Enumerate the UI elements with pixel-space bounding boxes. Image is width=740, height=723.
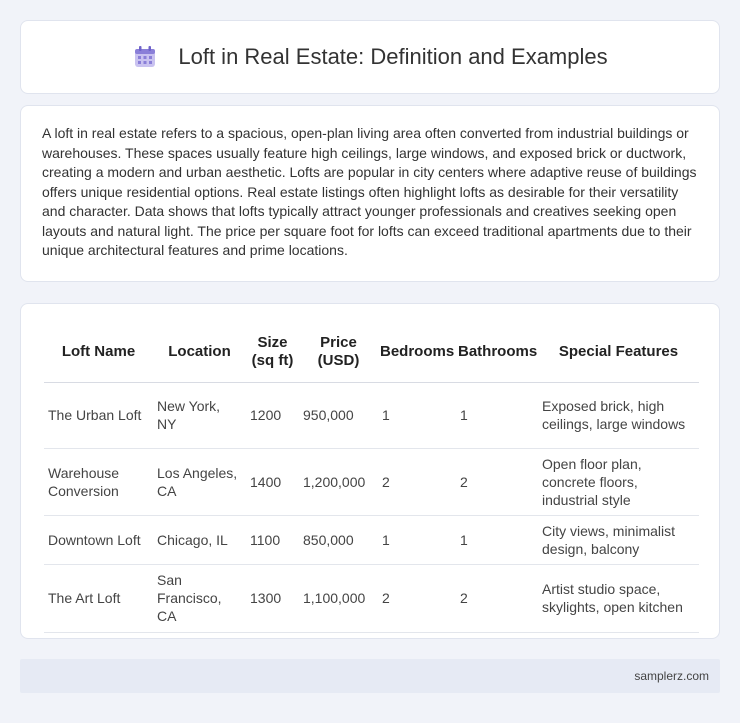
table-row: The Urban Loft New York, NY 1200 950,000… <box>44 382 699 449</box>
cell-price: 1,200,000 <box>299 448 378 516</box>
intro-paragraph: A loft in real estate refers to a spacio… <box>42 125 697 258</box>
cell-bedrooms: 2 <box>378 448 456 516</box>
cell-location: New York, NY <box>153 382 246 449</box>
column-header-price: Price (USD) <box>299 322 378 383</box>
column-header-bathrooms: Bathrooms <box>456 322 538 383</box>
table-header-row: Loft Name Location Size (sq ft) Price (U… <box>44 322 699 383</box>
table-row: Warehouse Conversion Los Angeles, CA 140… <box>44 448 699 516</box>
cell-location: San Francisco, CA <box>153 564 246 633</box>
column-header-special-features: Special Features <box>538 322 699 383</box>
cell-size: 1200 <box>246 382 299 449</box>
intro-card: A loft in real estate refers to a spacio… <box>20 105 720 282</box>
title-card: Loft in Real Estate: Definition and Exam… <box>20 20 720 94</box>
cell-size: 1300 <box>246 564 299 633</box>
cell-loft-name: The Art Loft <box>44 564 153 633</box>
cell-size: 1400 <box>246 448 299 516</box>
cell-loft-name: Downtown Loft <box>44 515 153 565</box>
footer: samplerz.com <box>20 659 720 693</box>
table-row: Downtown Loft Chicago, IL 1100 850,000 1… <box>44 515 699 565</box>
page-title: Loft in Real Estate: Definition and Exam… <box>178 44 608 69</box>
cell-special-features: Artist studio space, skylights, open kit… <box>538 564 699 633</box>
footer-site-link[interactable]: samplerz.com <box>634 669 709 683</box>
cell-bathrooms: 2 <box>456 564 538 633</box>
cell-loft-name: Warehouse Conversion <box>44 448 153 516</box>
column-header-loft-name: Loft Name <box>44 322 153 383</box>
cell-price: 850,000 <box>299 515 378 565</box>
cell-bathrooms: 1 <box>456 515 538 565</box>
cell-special-features: City views, minimalist design, balcony <box>538 515 699 565</box>
cell-size: 1100 <box>246 515 299 565</box>
table-card: Loft Name Location Size (sq ft) Price (U… <box>20 303 720 639</box>
cell-bathrooms: 1 <box>456 382 538 449</box>
column-header-location: Location <box>153 322 246 383</box>
cell-bedrooms: 1 <box>378 382 456 449</box>
cell-loft-name: The Urban Loft <box>44 382 153 449</box>
cell-bedrooms: 1 <box>378 515 456 565</box>
cell-location: Los Angeles, CA <box>153 448 246 516</box>
column-header-size: Size (sq ft) <box>246 322 299 383</box>
cell-special-features: Open floor plan, concrete floors, indust… <box>538 448 699 516</box>
cell-special-features: Exposed brick, high ceilings, large wind… <box>538 382 699 449</box>
cell-location: Chicago, IL <box>153 515 246 565</box>
cell-bathrooms: 2 <box>456 448 538 516</box>
cell-bedrooms: 2 <box>378 564 456 633</box>
calendar-icon <box>132 44 158 70</box>
column-header-bedrooms: Bedrooms <box>378 322 456 383</box>
cell-price: 1,100,000 <box>299 564 378 633</box>
cell-price: 950,000 <box>299 382 378 449</box>
table-row: The Art Loft San Francisco, CA 1300 1,10… <box>44 564 699 633</box>
loft-table: Loft Name Location Size (sq ft) Price (U… <box>44 322 699 633</box>
